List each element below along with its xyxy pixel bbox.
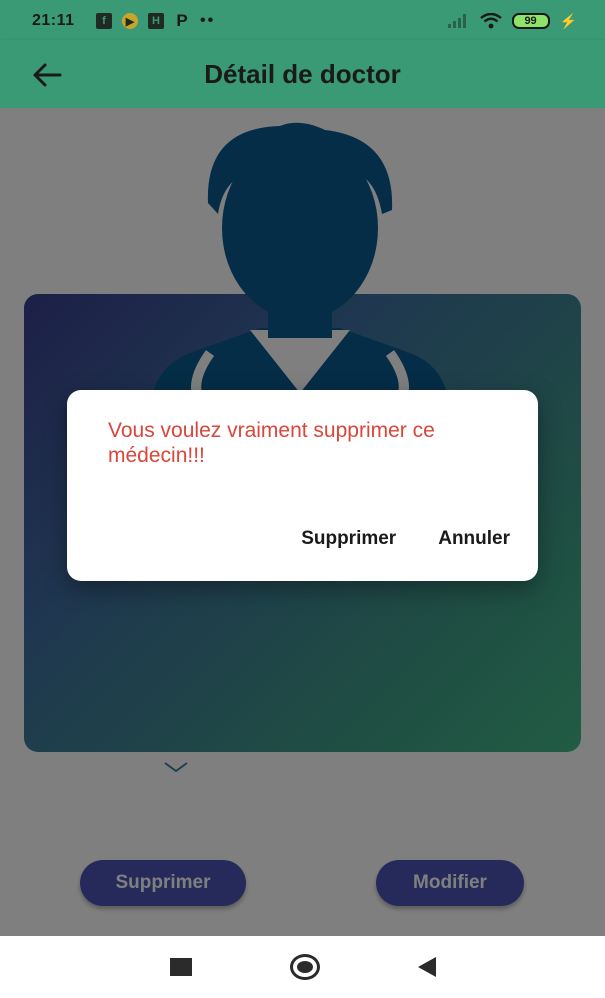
home-icon[interactable] bbox=[289, 954, 320, 980]
more-dots-icon: •• bbox=[200, 12, 216, 29]
charging-icon: ⚡ bbox=[559, 12, 577, 29]
cancel-button[interactable]: Annuler bbox=[438, 528, 510, 550]
facebook-icon: f bbox=[96, 13, 112, 29]
h-app-icon: H bbox=[148, 13, 164, 29]
status-time: 21:11 bbox=[32, 12, 75, 29]
wifi-icon bbox=[479, 13, 502, 29]
confirm-delete-button[interactable]: Supprimer bbox=[301, 528, 396, 550]
p-app-icon: P bbox=[176, 11, 188, 30]
back-icon[interactable] bbox=[417, 957, 436, 977]
system-nav-bar bbox=[0, 936, 605, 998]
dialog-message: Vous voulez vraiment supprimer ce médeci… bbox=[108, 419, 435, 467]
app-bar: Détail de doctor bbox=[0, 40, 605, 108]
youtube-icon: ▶ bbox=[122, 13, 138, 29]
delete-confirm-dialog: Vous voulez vraiment supprimer ce médeci… bbox=[67, 390, 538, 581]
system-icons: 99 ⚡ bbox=[447, 12, 577, 30]
signal-icon bbox=[447, 14, 470, 28]
page-title: Détail de doctor bbox=[204, 59, 401, 89]
dialog-actions: Supprimer Annuler bbox=[301, 528, 510, 550]
status-bar: 21:11 f ▶ H P •• 99 ⚡ bbox=[0, 0, 605, 40]
recents-icon[interactable] bbox=[169, 958, 192, 976]
battery-icon: 99 bbox=[511, 13, 550, 29]
notification-icons: f ▶ H P •• bbox=[96, 11, 216, 30]
